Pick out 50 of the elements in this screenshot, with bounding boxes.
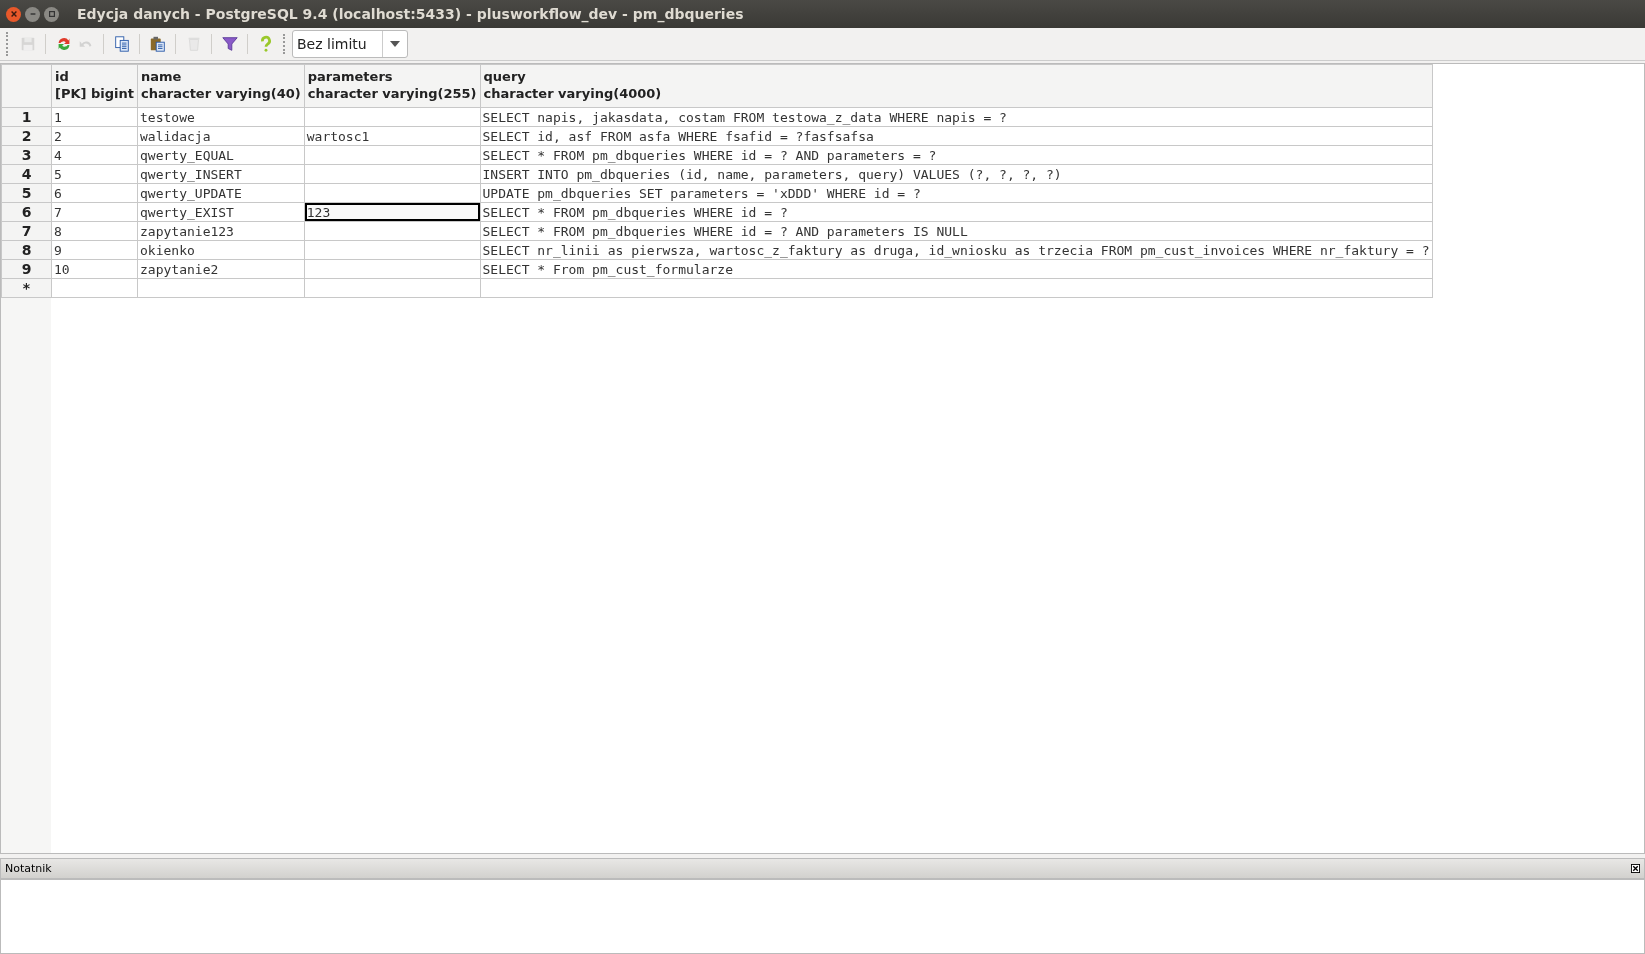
table-cell[interactable] [304,240,480,260]
table-cell[interactable]: walidacja [137,126,305,146]
table-cell[interactable]: qwerty_EXIST [137,202,305,222]
window-title: Edycja danych - PostgreSQL 9.4 (localhost:5433) - plusworkflow_dev - pm_dbqueries [77,6,744,22]
table-cell[interactable]: testowe [137,107,305,127]
table-cell[interactable]: INSERT INTO pm_dbqueries (id, name, parameters, query) VALUES (?, ?, ?, ?) [480,164,1433,184]
table-cell[interactable] [304,221,480,241]
table-cell[interactable]: 1 [51,107,138,127]
close-icon[interactable] [1631,864,1640,873]
table-cell[interactable] [304,107,480,127]
table-cell[interactable]: 4 [51,145,138,165]
table-cell[interactable]: 7 [51,202,138,222]
table-cell[interactable]: SELECT * FROM pm_dbqueries WHERE id = ? [480,202,1433,222]
table-cell[interactable]: 5 [51,164,138,184]
table-cell[interactable]: 9 [51,240,138,260]
table-cell[interactable] [304,278,480,298]
table-cell[interactable] [480,278,1433,298]
table-cell[interactable]: 6 [51,183,138,203]
table-cell[interactable] [137,278,305,298]
table-cell[interactable]: 10 [51,259,138,279]
column-header[interactable]: parameters character varying(255) [304,64,480,108]
table-cell[interactable]: qwerty_INSERT [137,164,305,184]
table-cell[interactable] [304,183,480,203]
table-cell[interactable]: okienko [137,240,305,260]
column-header[interactable]: name character varying(40) [137,64,305,108]
table-cell[interactable]: SELECT napis, jakasdata, costam FROM testowa_z_data WHERE napis = ? [480,107,1433,127]
maximize-icon[interactable] [44,6,59,22]
column-header[interactable]: id [PK] bigint [51,64,138,108]
table-cell[interactable] [304,259,480,279]
table-cell[interactable]: SELECT id, asf FROM asfa WHERE fsafid = ?fasfsafsa [480,126,1433,146]
notepad-title: Notatnik [5,862,52,875]
column-header[interactable]: query character varying(4000) [480,64,1433,108]
table-cell[interactable] [304,164,480,184]
table-cell[interactable]: SELECT * FROM pm_dbqueries WHERE id = ? AND parameters IS NULL [480,221,1433,241]
table-cell[interactable] [304,145,480,165]
table-cell[interactable]: 2 [51,126,138,146]
table-cell[interactable]: SELECT nr_linii as pierwsza, wartosc_z_faktury as druga, id_wniosku as trzecia FROM pm_cust_invoices WHERE nr_faktury = ? [480,240,1433,260]
table-cell[interactable]: zapytanie123 [137,221,305,241]
table-cell[interactable] [51,278,138,298]
table-cell[interactable]: zapytanie2 [137,259,305,279]
table-cell[interactable]: UPDATE pm_dbqueries SET parameters = 'xDDD' WHERE id = ? [480,183,1433,203]
notepad-text-area[interactable] [0,879,1645,954]
table-cell[interactable]: qwerty_UPDATE [137,183,305,203]
table-cell[interactable]: qwerty_EQUAL [137,145,305,165]
table-cell[interactable]: SELECT * FROM pm_dbqueries WHERE id = ? AND parameters = ? [480,145,1433,165]
limit-dropdown[interactable]: Bez limitu [292,30,408,58]
table-cell[interactable]: wartosc1 [304,126,480,146]
table-cell[interactable]: 8 [51,221,138,241]
table-cell[interactable]: SELECT * From pm_cust_formularze [480,259,1433,279]
minimize-icon[interactable] [25,6,40,22]
